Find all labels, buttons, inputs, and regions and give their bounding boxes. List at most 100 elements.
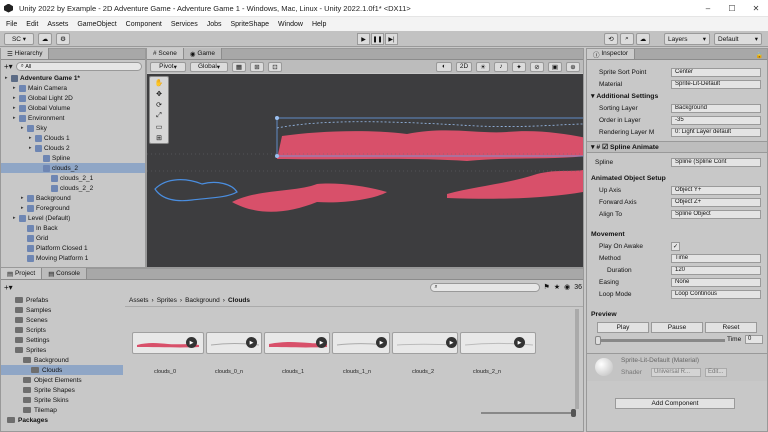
menu-window[interactable]: Window	[278, 21, 303, 28]
maximize-button[interactable]: ☐	[720, 0, 744, 17]
mode-2d-button[interactable]: 2D	[456, 61, 472, 72]
align-to-dropdown[interactable]: Spline Object	[671, 209, 761, 219]
folder-item[interactable]: Scenes	[1, 315, 123, 325]
folder-item[interactable]: Clouds	[1, 365, 123, 375]
time-slider-thumb[interactable]	[595, 336, 601, 345]
hierarchy-item[interactable]: ▸ Foreground	[1, 203, 145, 213]
play-icon[interactable]: ▶	[376, 337, 387, 348]
layers-dropdown[interactable]: Layers ▾	[664, 33, 710, 45]
search-icon[interactable]: ⌕	[620, 33, 634, 45]
move-tool-icon[interactable]: ✥	[150, 88, 168, 99]
breadcrumb-background[interactable]: Background	[185, 297, 220, 304]
hand-tool-icon[interactable]: ✋	[150, 77, 168, 88]
folder-item[interactable]: Scripts	[1, 325, 123, 335]
hierarchy-item[interactable]: ▸ Main Camera	[1, 83, 145, 93]
hidden-icon[interactable]: ⊘	[530, 61, 544, 72]
history-icon[interactable]: ⟲	[604, 33, 618, 45]
global-dropdown[interactable]: Global ▾	[190, 61, 228, 72]
breadcrumb-assets[interactable]: Assets	[129, 297, 149, 304]
preview-reset-button[interactable]: Reset	[705, 322, 757, 333]
hierarchy-item[interactable]: ▸ Clouds 1	[1, 133, 145, 143]
time-slider-track[interactable]	[595, 336, 725, 345]
spline-animate-header[interactable]: ▾ # ☑ Spline Animate	[587, 141, 767, 153]
collab-icon[interactable]: ⚙	[56, 33, 70, 45]
folder-item[interactable]: Tilemap	[1, 405, 123, 415]
hierarchy-item[interactable]: Spline	[1, 153, 145, 163]
tab-console[interactable]: ▤ Console	[42, 268, 87, 279]
add-icon[interactable]: +▾	[4, 62, 13, 71]
component-enable-checkbox[interactable]: ☑	[602, 143, 608, 151]
spline-field[interactable]: Spline (Spline Cont	[671, 157, 761, 167]
menu-edit[interactable]: Edit	[26, 21, 38, 28]
menu-component[interactable]: Component	[126, 21, 162, 28]
menu-spriteshape[interactable]: SpriteShape	[231, 21, 270, 28]
tab-project[interactable]: ▤ Project	[1, 268, 43, 279]
project-search-input[interactable]: ⌕	[429, 282, 540, 292]
folder-item[interactable]: Samples	[1, 305, 123, 315]
tab-game[interactable]: ◉ Game	[183, 48, 223, 59]
hierarchy-item[interactable]: ▸ Environment	[1, 113, 145, 123]
shader-dropdown[interactable]: Universal R...	[651, 368, 701, 377]
increment-icon[interactable]: ⊡	[268, 61, 282, 72]
transform-tool-icon[interactable]: ⊞	[150, 132, 168, 143]
loop-mode-dropdown[interactable]: Loop Continous	[671, 289, 761, 299]
sorting-layer-dropdown[interactable]: Background	[671, 103, 761, 113]
account-dropdown[interactable]: SC ▾	[4, 33, 34, 45]
order-in-layer-input[interactable]: -35	[671, 115, 761, 125]
star-icon[interactable]: ★	[554, 283, 560, 291]
close-button[interactable]: ✕	[744, 0, 768, 17]
folder-item[interactable]: Sprites	[1, 345, 123, 355]
add-component-button[interactable]: Add Component	[615, 398, 735, 409]
breadcrumb-sprites[interactable]: Sprites	[157, 297, 177, 304]
folder-item[interactable]: Background	[1, 355, 123, 365]
play-icon[interactable]: ▶	[246, 337, 257, 348]
pause-button[interactable]: ❚❚	[371, 33, 384, 45]
rendering-layer-dropdown[interactable]: 0: Light Layer default	[671, 127, 761, 137]
folder-item[interactable]: Sprite Shapes	[1, 385, 123, 395]
menu-file[interactable]: File	[6, 21, 17, 28]
lock-icon[interactable]: 🔒	[756, 52, 763, 59]
scale-tool-icon[interactable]: ⤢	[150, 110, 168, 121]
step-button[interactable]: ▶|	[385, 33, 398, 45]
hierarchy-item[interactable]: Moving Platform 1	[1, 253, 145, 263]
eye-icon[interactable]: ◉	[564, 283, 570, 291]
hierarchy-item[interactable]: ▸ Sky	[1, 123, 145, 133]
folder-item[interactable]: Prefabs	[1, 295, 123, 305]
rotate-tool-icon[interactable]: ⟳	[150, 99, 168, 110]
hierarchy-item[interactable]: ▸ Global Light 2D	[1, 93, 145, 103]
pivot-dropdown[interactable]: Pivot ▾	[150, 61, 186, 72]
light-icon[interactable]: ☀	[476, 61, 490, 72]
play-icon[interactable]: ▶	[186, 337, 197, 348]
thumbnail-size-slider[interactable]	[481, 409, 576, 417]
folder-item[interactable]: Object Elements	[1, 375, 123, 385]
play-button[interactable]: ▶	[357, 33, 370, 45]
shading-icon[interactable]: ◐	[436, 61, 452, 72]
shader-edit-button[interactable]: Edit...	[705, 368, 727, 377]
project-add-icon[interactable]: +▾	[4, 283, 13, 292]
cloud-services-icon[interactable]: ☁	[636, 33, 650, 45]
sort-point-dropdown[interactable]: Center	[671, 67, 761, 77]
cloud-icon[interactable]: ☁	[38, 33, 52, 45]
layout-dropdown[interactable]: Default ▾	[714, 33, 762, 45]
tab-hierarchy[interactable]: ☰ Hierarchy	[1, 48, 50, 59]
hierarchy-item[interactable]: ▸ Clouds 2	[1, 143, 145, 153]
project-scrollbar[interactable]	[575, 309, 579, 409]
folder-item[interactable]: Sprite Skins	[1, 395, 123, 405]
easing-dropdown[interactable]: None	[671, 277, 761, 287]
folder-item[interactable]: Packages	[1, 415, 123, 425]
menu-services[interactable]: Services	[171, 21, 198, 28]
breadcrumb-clouds[interactable]: Clouds	[228, 297, 250, 304]
hierarchy-item[interactable]: Platform Closed 1	[1, 243, 145, 253]
folder-item[interactable]: Settings	[1, 335, 123, 345]
hierarchy-item[interactable]: ▸ Level (Default)	[1, 213, 145, 223]
hierarchy-search-input[interactable]: ⌕ All	[15, 62, 142, 71]
additional-settings-header[interactable]: ▾ Additional Settings	[591, 91, 761, 101]
thumbnail-size-thumb[interactable]	[571, 409, 576, 417]
play-on-awake-checkbox[interactable]: ✓	[671, 241, 680, 251]
menu-help[interactable]: Help	[312, 21, 326, 28]
tab-inspector[interactable]: ⓘ Inspector	[587, 49, 636, 59]
hierarchy-item[interactable]: clouds_2_1	[1, 173, 145, 183]
hierarchy-item[interactable]: clouds_2_2	[1, 183, 145, 193]
play-icon[interactable]: ▶	[446, 337, 457, 348]
snap-icon[interactable]: ⊞	[250, 61, 264, 72]
